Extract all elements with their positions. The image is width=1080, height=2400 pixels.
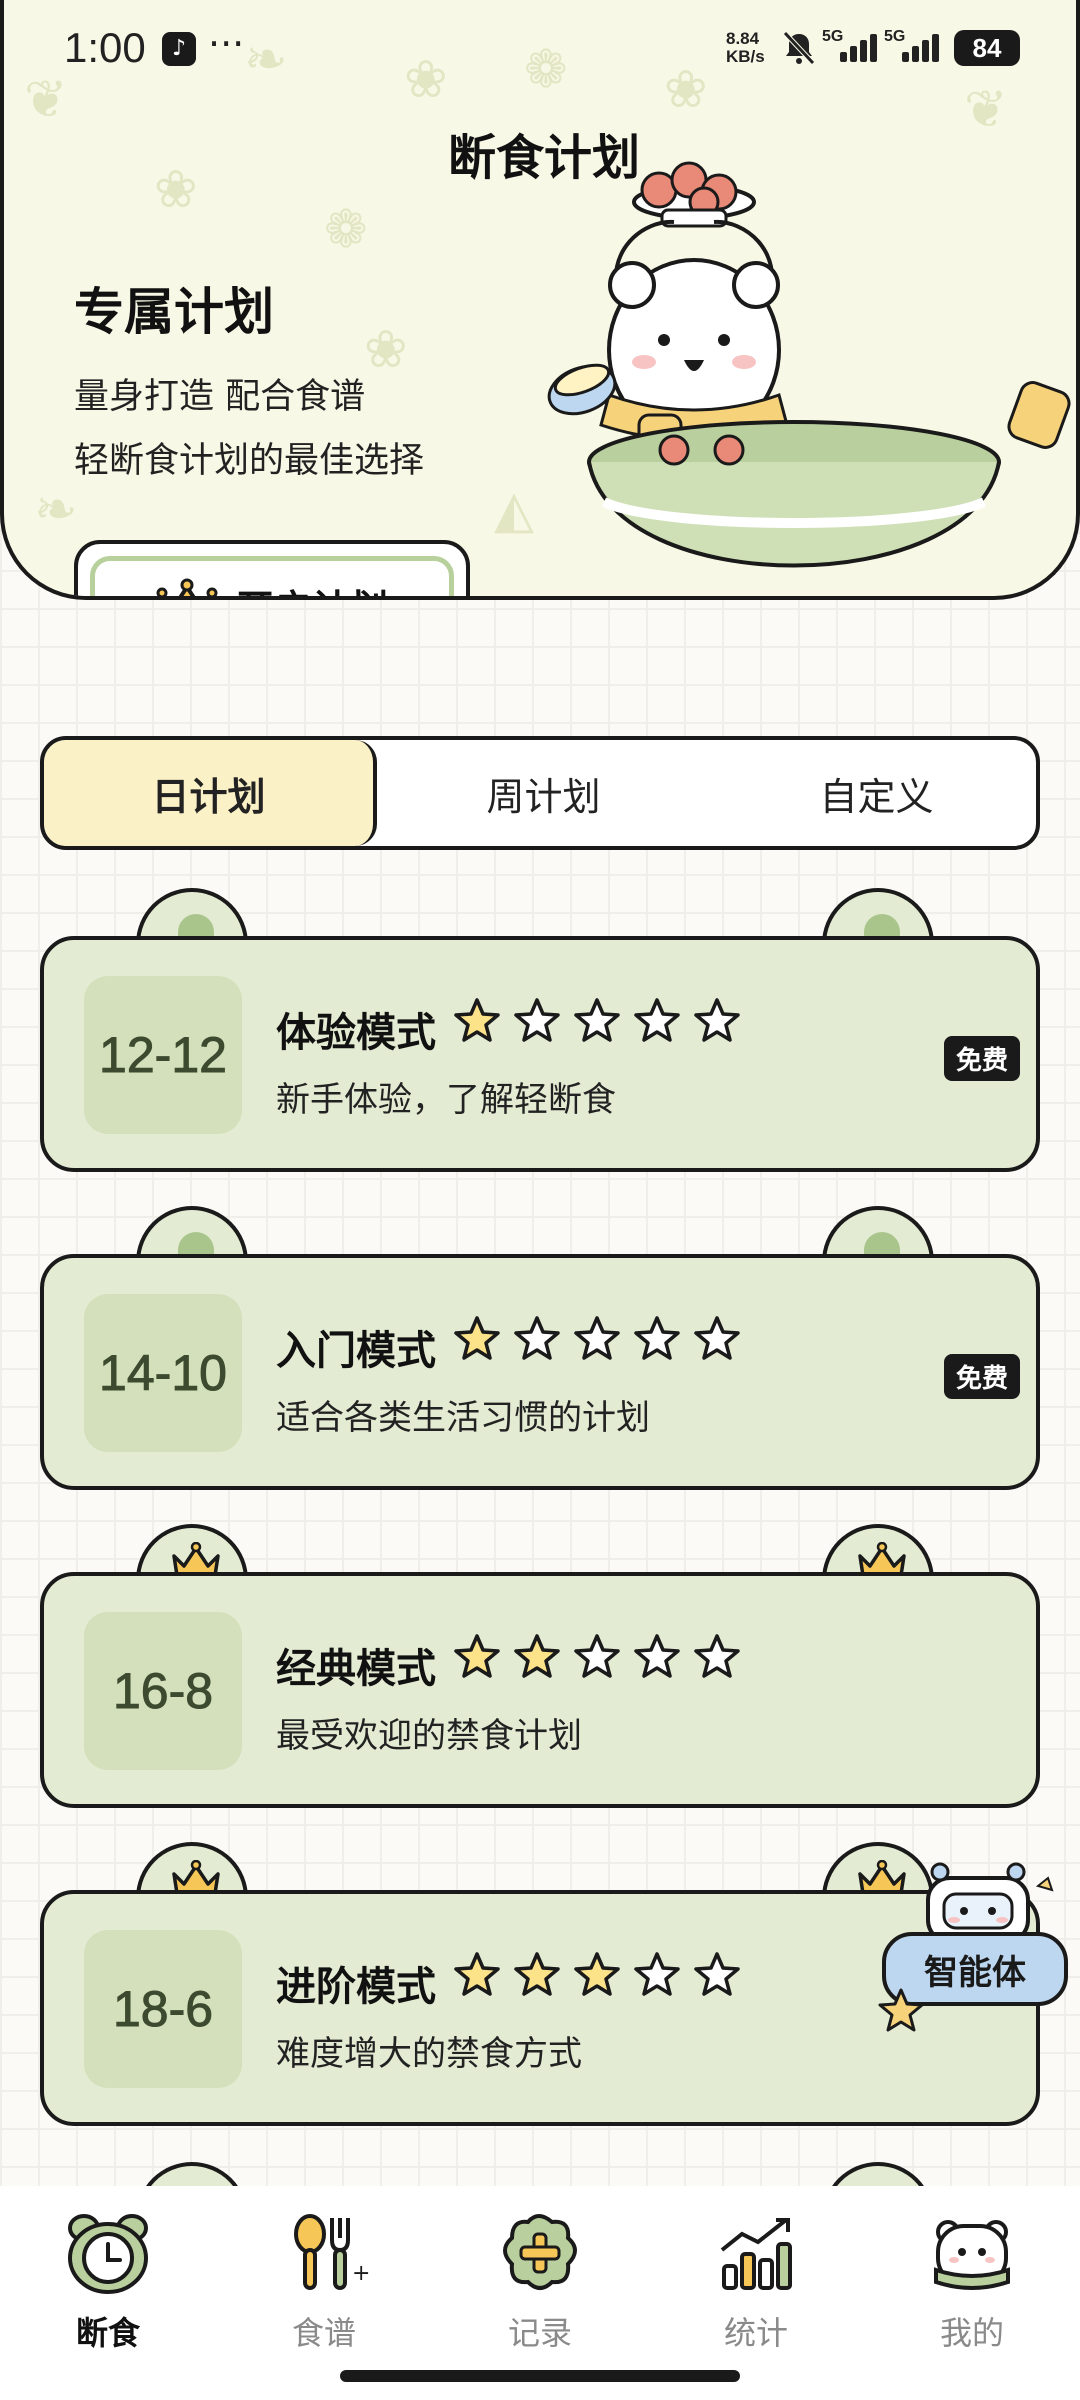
bear-in-bowl-illustration: + + [547,161,1071,568]
plan-name: 进阶模式 [276,1964,436,2010]
plan-type-tabs: 日计划 周计划 自定义 [40,736,1040,850]
star-filled-icon [514,1952,560,1996]
plan-description: 难度增大的禁食方式 [276,2034,582,2074]
star-empty-icon [574,1634,620,1678]
star-empty-icon [694,1634,740,1678]
more-notifications-icon: ··· [208,22,245,66]
plan-ratio-code: 18-6 [84,1930,242,2088]
alarm-clock-icon [68,2214,148,2294]
star-filled-icon [514,1634,560,1678]
star-filled-icon [574,1952,620,1996]
plan-card-body: 16-8 经典模式最受欢迎的禁食计划 [40,1572,1040,1808]
ai-agent-button[interactable]: 智能体 [878,1856,1078,2032]
plan-description: 新手体验，了解轻断食 [276,1080,616,1120]
signal-sim1-icon: 5G [822,28,880,62]
leaf-doodle-icon: ❧ [34,480,78,540]
spoon-fork-icon: + [294,2214,370,2290]
hero-subtitle-line2: 轻断食计划的最佳选择 [74,441,425,481]
status-bar: 1:00 ♪ ··· 8.84 KB/s 5G 5G 84 [4,0,1076,100]
plan-ratio-code: 12-12 [84,976,242,1134]
difficulty-rating [452,1632,752,1688]
nav-recipes-label: 食谱 [291,2314,356,2352]
nav-statistics[interactable]: 统计 [648,2210,864,2370]
nav-record[interactable]: 记录 [432,2210,648,2370]
plan-card-body: 12-12 体验模式新手体验，了解轻断食 免费 [40,936,1040,1172]
star-filled-icon [454,998,500,1042]
free-badge: 免费 [943,1036,1020,1081]
plan-card-body: 14-10 入门模式适合各类生活习惯的计划 免费 [40,1254,1040,1490]
difficulty-rating [452,1314,752,1370]
hero-title: 专属计划 [74,282,274,341]
star-empty-icon [694,1316,740,1360]
signal-sim2-icon: 5G [884,28,942,62]
plan-card[interactable]: 14-10 入门模式适合各类生活习惯的计划 免费 [40,1206,1040,1490]
nav-profile[interactable]: 我的 [864,2210,1080,2370]
header-banner: ❦ ❀ ❁ ❁ ❀ ❀ ❧ ❀ ❦ ❧ ◭ 1:00 ♪ ··· 8.84 KB… [0,0,1080,600]
difficulty-rating [452,1950,752,2006]
bear-profile-icon [934,2220,1010,2290]
star-filled-icon [454,1316,500,1360]
svg-text:+: + [352,2261,370,2286]
bell-mute-icon [782,30,816,75]
plan-name: 经典模式 [276,1646,436,1692]
difficulty-rating [452,996,752,1052]
plus-record-icon [503,2214,577,2290]
plan-ratio-code: 16-8 [84,1612,242,1770]
strawberry-doodle-icon: ❀ [364,320,408,380]
plan-card[interactable]: 16-8 经典模式最受欢迎的禁食计划 [40,1524,1040,1808]
nav-fasting-label: 断食 [75,2314,140,2352]
plan-name: 体验模式 [276,1010,436,1056]
status-time: 1:00 [64,24,146,71]
tab-weekly[interactable]: 周计划 [377,740,710,846]
star-empty-icon [694,1952,740,1996]
star-filled-icon [454,1952,500,1996]
ear-dot [178,1232,214,1256]
star-empty-icon [574,998,620,1042]
bottom-navigation: 断食 + 食谱 记录 统计 我的 [0,2186,1080,2400]
nav-profile-label: 我的 [939,2314,1004,2352]
nav-record-label: 记录 [507,2314,572,2352]
star-empty-icon [694,998,740,1042]
ear-dot [864,1232,900,1256]
star-empty-icon [514,1316,560,1360]
crown-icon [156,578,218,596]
tiktok-icon: ♪ [162,32,196,66]
tab-custom[interactable]: 自定义 [710,740,1036,846]
nav-statistics-label: 统计 [723,2314,788,2352]
ear-dot [178,914,214,938]
star-empty-icon [634,1316,680,1360]
cake-doodle-icon: ◭ [494,480,534,540]
star-empty-icon [634,998,680,1042]
plan-description: 适合各类生活习惯的计划 [276,1398,650,1438]
tab-daily[interactable]: 日计划 [44,740,377,846]
battery-indicator: 84 [954,30,1020,66]
free-badge: 免费 [943,1354,1020,1399]
start-plan-button[interactable]: 开启计划 [74,540,470,597]
star-empty-icon [634,1634,680,1678]
plan-ratio-code: 14-10 [84,1294,242,1452]
star-empty-icon [514,998,560,1042]
nav-recipes[interactable]: + 食谱 [216,2210,432,2370]
start-plan-label: 开启计划 [236,578,388,597]
plan-name: 入门模式 [276,1328,436,1374]
star-sticker-icon [878,1988,924,2032]
bar-chart-icon [720,2218,792,2290]
ear-dot [864,914,900,938]
nav-fasting[interactable]: 断食 [0,2210,216,2370]
hero-subtitle-line1: 量身打造 配合食谱 [74,377,366,417]
plan-description: 最受欢迎的禁食计划 [276,1716,582,1756]
home-indicator[interactable] [340,2370,740,2382]
star-empty-icon [574,1316,620,1360]
apple-doodle-icon: ❁ [324,200,368,260]
star-filled-icon [454,1634,500,1678]
plan-card[interactable]: 12-12 体验模式新手体验，了解轻断食 免费 [40,888,1040,1172]
star-empty-icon [634,1952,680,1996]
network-speed: 8.84 KB/s [726,29,765,66]
